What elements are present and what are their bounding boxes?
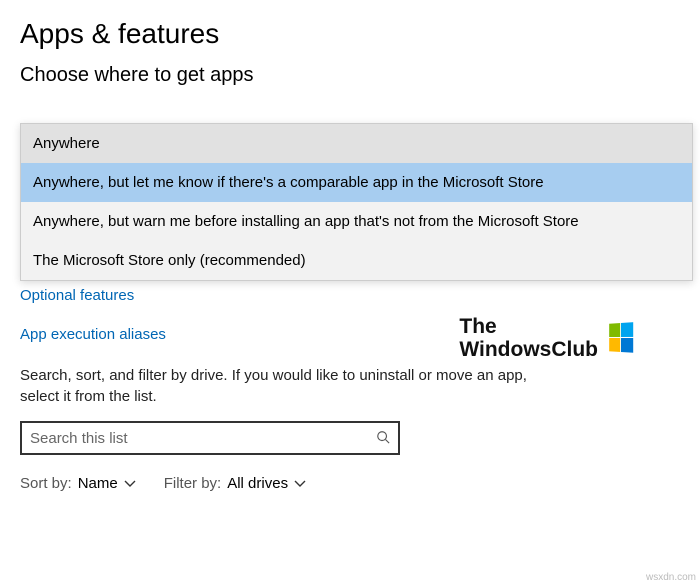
filters-row: Sort by: Name Filter by: All drives [20, 475, 680, 492]
search-box[interactable] [20, 421, 400, 455]
search-icon [376, 430, 390, 447]
filter-by-value: All drives [227, 475, 288, 492]
sort-by-label: Sort by: [20, 475, 72, 492]
dropdown-option-anywhere[interactable]: Anywhere [21, 124, 692, 163]
help-text: Search, sort, and filter by drive. If yo… [20, 365, 560, 407]
filter-by-label: Filter by: [164, 475, 222, 492]
dropdown-option-store-only[interactable]: The Microsoft Store only (recommended) [21, 241, 692, 280]
dropdown-option-anywhere-warn[interactable]: Anywhere, but warn me before installing … [21, 202, 692, 241]
page-title: Apps & features [0, 0, 700, 54]
watermark: wsxdn.com [646, 572, 696, 583]
windowsclub-logo: The WindowsClub [459, 315, 636, 361]
sort-by-control[interactable]: Sort by: Name [20, 475, 136, 492]
logo-text: The WindowsClub [459, 315, 598, 361]
filter-by-control[interactable]: Filter by: All drives [164, 475, 306, 492]
windows-square-icon [609, 322, 634, 354]
sort-by-value: Name [78, 475, 118, 492]
chevron-down-icon [294, 477, 306, 491]
search-input[interactable] [30, 430, 376, 447]
section-heading-choose: Choose where to get apps [0, 54, 700, 97]
app-source-dropdown-popup[interactable]: Anywhere Anywhere, but let me know if th… [20, 123, 693, 281]
dropdown-option-anywhere-comparable[interactable]: Anywhere, but let me know if there's a c… [21, 163, 692, 202]
chevron-down-icon [124, 477, 136, 491]
optional-features-link[interactable]: Optional features [20, 287, 680, 304]
